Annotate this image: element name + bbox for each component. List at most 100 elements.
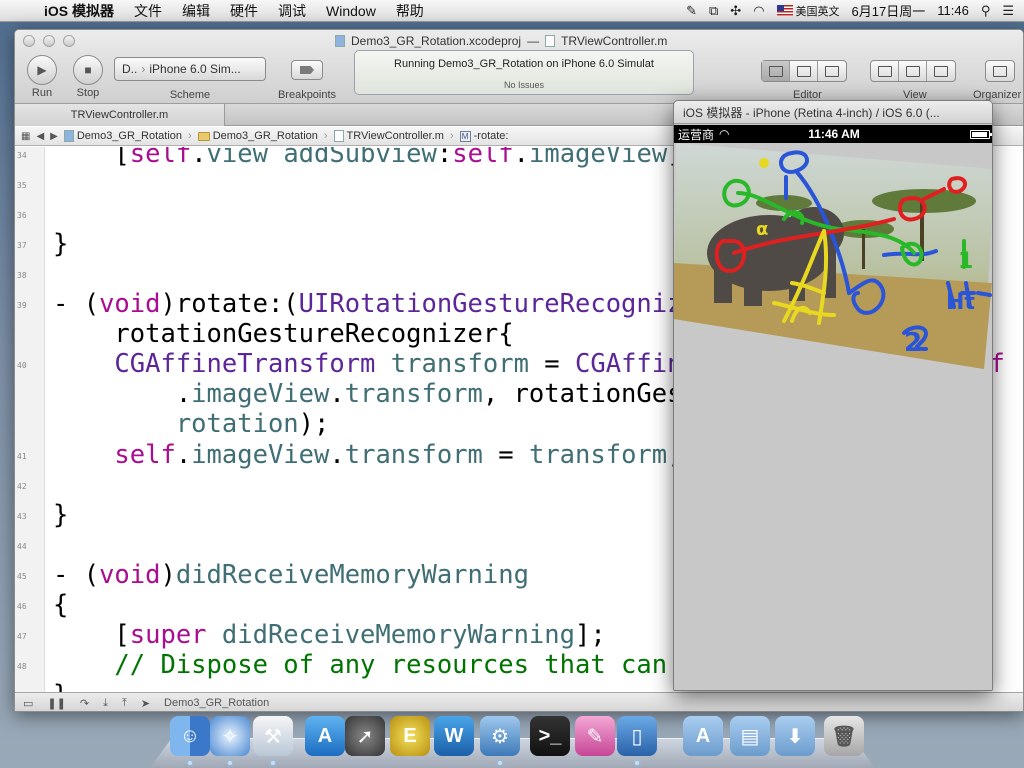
close-window-button[interactable] [23, 35, 35, 47]
location-icon[interactable]: ➤ [141, 697, 150, 710]
back-arrow-icon[interactable]: ◀ [36, 131, 44, 142]
line-number: 40 [17, 361, 27, 371]
line-number: 48 [17, 661, 27, 671]
navigator-toggle-button[interactable] [871, 61, 899, 81]
applications-folder-icon[interactable]: A [683, 716, 723, 756]
version-editor-icon [825, 65, 839, 77]
version-editor-button[interactable] [818, 61, 846, 81]
stop-button[interactable]: ■ Stop [71, 55, 105, 99]
notification-center-icon[interactable]: ☰ [1002, 3, 1014, 19]
menu-file[interactable]: 文件 [124, 1, 172, 21]
spotlight-search-icon[interactable]: ⚲ [981, 3, 991, 19]
menu-hardware[interactable]: 硬件 [220, 1, 268, 21]
line-number: 45 [17, 571, 27, 581]
debug-area-toggle-button[interactable] [899, 61, 927, 81]
battery-icon [970, 129, 992, 139]
line-number: 36 [17, 211, 27, 221]
scheme-target: D.. [122, 62, 138, 76]
simulator-icon[interactable]: ✎ [575, 716, 615, 756]
xcodeproj-file-icon [335, 35, 345, 47]
breadcrumb-group[interactable]: Demo3_GR_Rotation [197, 130, 318, 142]
run-button[interactable]: ▶ Run [25, 55, 59, 99]
dock: ☺ ✧ ⚒ A ➚ E W ⚙ >_ ✎ ▯ A ▤ ⬇ 🗑 [150, 712, 875, 768]
wifi-icon[interactable]: ◠ [753, 3, 764, 19]
launchpad-icon[interactable]: ➚ [345, 716, 385, 756]
code-text: } [53, 499, 69, 530]
simulator-screen[interactable]: 运营商 ◠ 11:46 AM α 1 Ht 2 [674, 125, 993, 690]
menu-date[interactable]: 6月17日周一 [852, 1, 926, 20]
running-indicator [635, 761, 639, 765]
debug-target-label: Demo3_GR_Rotation [164, 697, 270, 709]
code-text: - (void)didReceiveMemoryWarning [53, 559, 529, 590]
window-title-project: Demo3_GR_Rotation.xcodeproj [351, 34, 522, 48]
menu-help[interactable]: 帮助 [386, 1, 434, 21]
standard-editor-button[interactable] [762, 61, 790, 81]
navigator-icon [877, 65, 892, 77]
ios-simulator-icon[interactable]: ▯ [617, 716, 657, 756]
menu-window[interactable]: Window [316, 3, 386, 19]
breadcrumb-project[interactable]: Demo3_GR_Rotation [63, 130, 183, 142]
code-text: { [53, 589, 69, 620]
documents-folder-icon[interactable]: ▤ [730, 716, 770, 756]
rotated-elephant-image[interactable]: α 1 Ht 2 [674, 143, 993, 373]
code-text: [self.view addSubview:self.imageView]; [53, 147, 697, 169]
instruments-icon[interactable]: ⚙ [480, 716, 520, 756]
screen-mirror-icon[interactable]: ⧉ [709, 3, 718, 19]
step-over-icon[interactable]: ↷ [80, 697, 89, 710]
line-number: 35 [17, 181, 27, 191]
source-file-icon [333, 130, 344, 142]
xcode-icon[interactable]: ⚒ [253, 716, 293, 756]
stop-icon: ■ [73, 55, 103, 85]
menu-clock[interactable]: 11:46 [937, 3, 969, 18]
line-number: 39 [17, 301, 27, 311]
app-store-icon[interactable]: A [305, 716, 345, 756]
scheme-label: Scheme [169, 89, 211, 101]
bluetooth-icon[interactable]: ✣ [730, 3, 741, 19]
annotation-one: 1 [958, 249, 973, 274]
utilities-toggle-button[interactable] [927, 61, 955, 81]
downloads-folder-icon[interactable]: ⬇ [775, 716, 815, 756]
word-icon[interactable]: W [434, 716, 474, 756]
terminal-icon[interactable]: >_ [530, 716, 570, 756]
pause-icon[interactable]: ❚❚ [47, 697, 65, 710]
line-number: 42 [17, 481, 27, 491]
breadcrumb-method[interactable]: M -rotate: [459, 130, 509, 142]
code-text: } [53, 680, 68, 692]
trash-icon[interactable]: 🗑 [824, 716, 864, 756]
menu-app-name[interactable]: iOS 模拟器 [34, 1, 124, 21]
debug-area-icon [905, 65, 920, 77]
code-text: rotationGestureRecognizer{ [53, 319, 514, 350]
step-into-icon[interactable]: ⤓ [103, 697, 108, 710]
menu-edit[interactable]: 编辑 [172, 1, 220, 21]
scheme-selector[interactable]: D.. › iPhone 6.0 Sim... [114, 57, 266, 81]
annotation-alpha: α [756, 219, 768, 240]
safari-icon[interactable]: ✧ [210, 716, 250, 756]
tab-trviewcontroller[interactable]: TRViewController.m [15, 104, 225, 126]
simulator-title: iOS 模拟器 - iPhone (Retina 4-inch) / iOS 6… [674, 101, 992, 124]
line-number: 41 [17, 451, 27, 461]
finder-icon[interactable]: ☺ [170, 716, 210, 756]
assistant-editor-button[interactable] [790, 61, 818, 81]
input-method-menu[interactable]: 美国英文 [776, 3, 840, 19]
organizer-button[interactable] [985, 60, 1015, 82]
breadcrumb-method-label: -rotate: [473, 130, 509, 142]
code-text: - (void)rotate:(UIRotationGestureRecogni… [53, 289, 759, 320]
step-out-icon[interactable]: ⤒ [122, 697, 127, 710]
breadcrumb-file[interactable]: TRViewController.m [333, 130, 444, 142]
breakpoints-button[interactable] [291, 60, 323, 80]
method-badge-icon: M [459, 130, 471, 142]
standard-editor-icon [768, 65, 783, 77]
zoom-window-button[interactable] [63, 35, 75, 47]
view-segment [870, 60, 956, 82]
input-method-label: 美国英文 [795, 5, 840, 18]
project-icon [63, 130, 74, 142]
line-number: 44 [17, 541, 27, 551]
breadcrumb-project-label: Demo3_GR_Rotation [76, 130, 183, 142]
minimize-window-button[interactable] [43, 35, 55, 47]
script-menu-icon[interactable]: ✎ [686, 3, 697, 19]
related-items-icon[interactable]: ▦ [21, 131, 30, 142]
forward-arrow-icon[interactable]: ▶ [50, 131, 58, 142]
menu-debug[interactable]: 调试 [268, 1, 316, 21]
hide-debug-area-icon[interactable]: ▭ [23, 697, 33, 710]
tweak-icon[interactable]: E [390, 716, 430, 756]
